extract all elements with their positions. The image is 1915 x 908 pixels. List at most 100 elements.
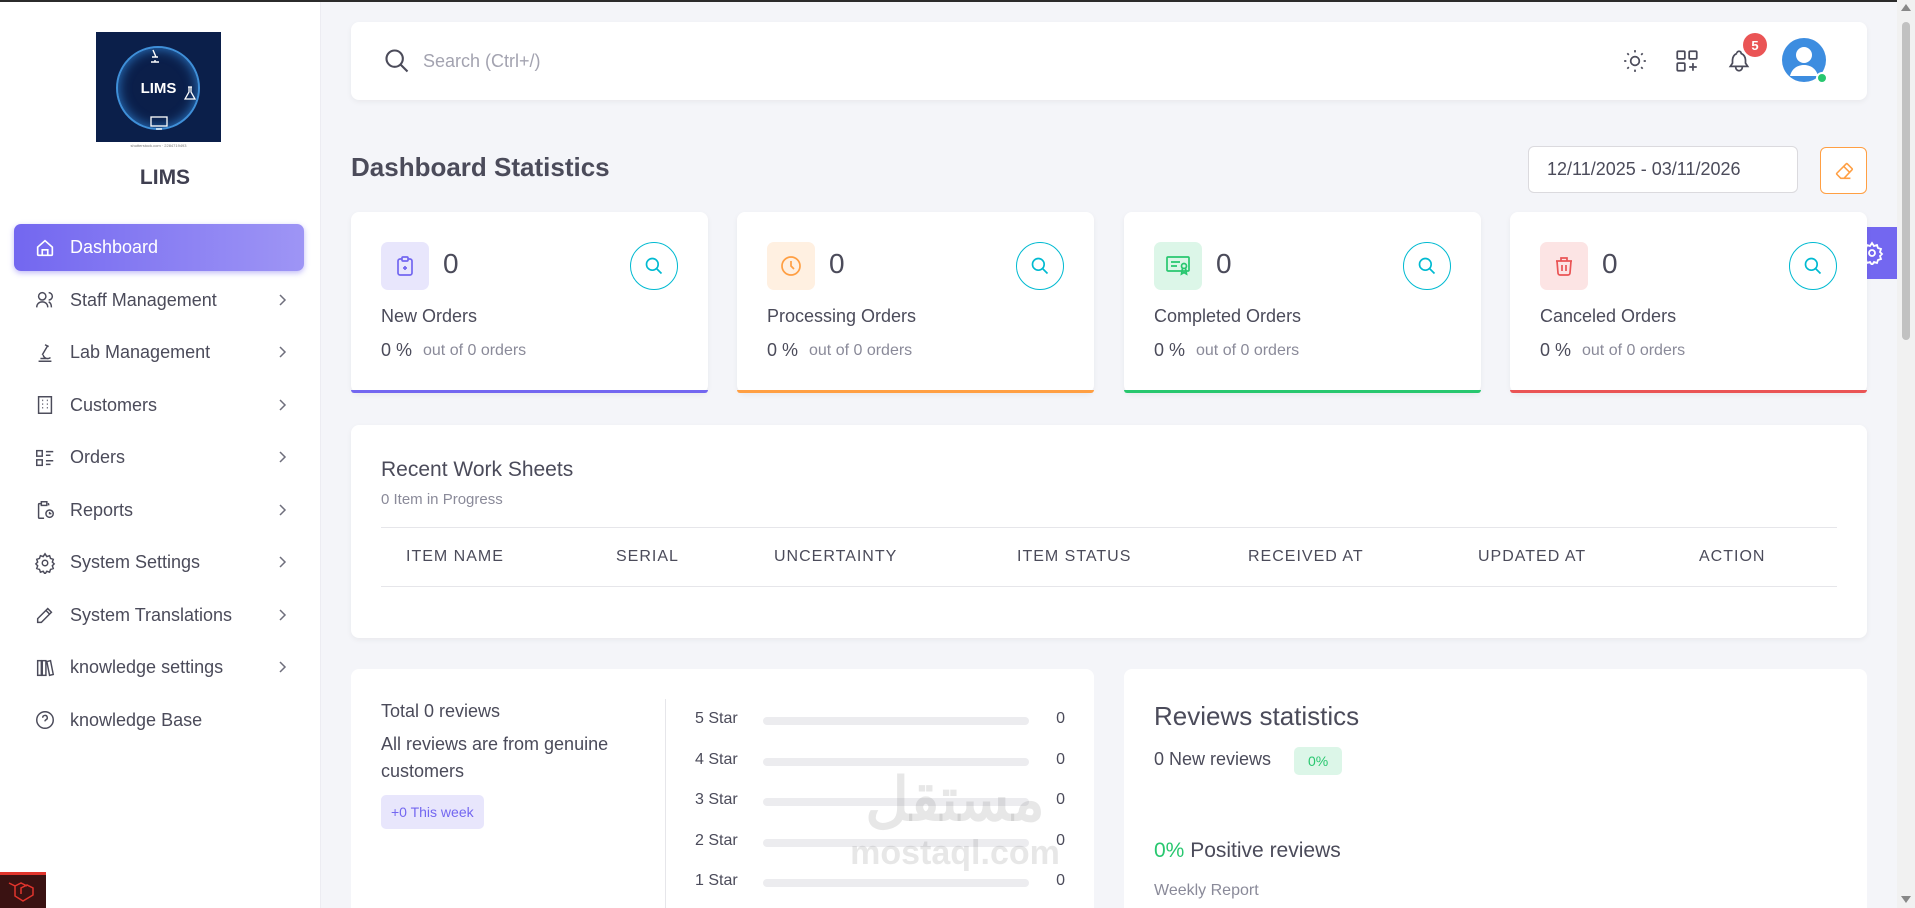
view-orders-button[interactable] [630, 242, 678, 290]
stat-count: 0 [1602, 248, 1618, 279]
search-input[interactable] [423, 46, 923, 76]
sidebar-item-label: Orders [70, 447, 126, 467]
search-icon[interactable] [383, 47, 411, 75]
sun-icon[interactable] [1620, 46, 1650, 76]
view-orders-button[interactable] [1016, 242, 1064, 290]
stat-card-new-orders: 0 New Orders 0 % out of 0 orders [351, 212, 708, 393]
stat-percent: 0 % [381, 340, 413, 360]
chevron-right-icon [279, 451, 287, 463]
sidebar-item-label: Customers [70, 394, 158, 415]
reviews-statistics-card: Reviews statistics 0 New reviews 0% 0% P… [1124, 669, 1867, 908]
chevron-right-icon [279, 293, 287, 306]
sidebar-item-orders[interactable]: Orders [14, 434, 304, 481]
home-icon [34, 237, 56, 259]
column-header[interactable]: SERIAL [616, 548, 679, 566]
worksheets-subtitle: 0 Item in Progress [381, 491, 503, 508]
positive-reviews: 0% Positive reviews [1154, 839, 1341, 863]
help-circle-icon [34, 709, 56, 731]
building-icon [34, 394, 56, 416]
positive-reviews-label: Positive reviews [1190, 839, 1341, 862]
stat-percent: 0 % [767, 340, 799, 360]
scrollbar-thumb[interactable] [1902, 22, 1910, 340]
star-label: 1 Star [695, 872, 738, 889]
eraser-icon [1835, 162, 1853, 179]
sidebar-item-label: knowledge Base [70, 709, 203, 730]
search-icon [1031, 257, 1049, 275]
watermark: مستقل mostaql.com [835, 765, 1075, 871]
reviews-divider [665, 699, 666, 908]
stat-percent: 0 % [1540, 340, 1572, 360]
star-progress [763, 879, 1029, 887]
date-range-picker[interactable]: 12/11/2025 - 03/11/2026 [1528, 146, 1798, 193]
sidebar-item-system-settings[interactable]: System Settings [14, 539, 304, 586]
apps-icon[interactable] [1672, 46, 1702, 76]
sidebar-item-label: Dashboard [70, 237, 159, 257]
stat-card-completed-orders: 0 Completed Orders 0 % out of 0 orders [1124, 212, 1481, 393]
logo-text: LIMS [140, 80, 177, 97]
star-progress [763, 717, 1029, 725]
stat-count: 0 [829, 248, 845, 279]
stat-percent: 0 % [1154, 340, 1186, 360]
view-orders-button[interactable] [1789, 242, 1837, 290]
watermark-arabic: مستقل [865, 766, 1045, 833]
stat-card-canceled-orders: 0 Canceled Orders 0 % out of 0 orders [1510, 212, 1867, 393]
view-orders-button[interactable] [1403, 242, 1451, 290]
monitor-icon [150, 116, 168, 130]
clipboard-icon [381, 242, 429, 290]
column-header[interactable]: UNCERTAINTY [774, 548, 897, 566]
stat-label: New Orders [381, 306, 478, 326]
column-header[interactable]: RECEIVED AT [1248, 548, 1364, 566]
reviews-total: Total 0 reviews [381, 701, 501, 721]
sidebar-item-label: Lab Management [70, 342, 211, 362]
stat-label: Completed Orders [1154, 306, 1302, 326]
sidebar-item-lab-management[interactable]: Lab Management [14, 329, 304, 376]
pencil-icon [34, 604, 56, 626]
star-label: 3 Star [695, 791, 738, 808]
stat-subtext: out of 0 orders [1196, 342, 1300, 359]
sidebar-item-staff-management[interactable]: Staff Management [14, 277, 304, 324]
stat-subtext: out of 0 orders [1582, 342, 1686, 359]
sidebar-item-reports[interactable]: Reports [14, 487, 304, 534]
column-header[interactable]: ACTION [1699, 548, 1765, 566]
weekly-report-label: Weekly Report [1154, 882, 1259, 899]
clear-filter-button[interactable] [1820, 147, 1867, 194]
sidebar-item-knowledge-base[interactable]: knowledge Base [14, 697, 304, 744]
column-header[interactable]: UPDATED AT [1478, 548, 1586, 566]
reviews-description: All reviews are from genuine customers [381, 734, 609, 781]
stat-card-processing-orders: 0 Processing Orders 0 % out of 0 orders [737, 212, 1094, 393]
new-reviews-count: 0 New reviews [1154, 749, 1272, 769]
sidebar-item-system-translations[interactable]: System Translations [14, 592, 304, 639]
worksheets-title: Recent Work Sheets [381, 458, 574, 481]
stat-accent-bar [1124, 390, 1481, 393]
reviews-statistics-title: Reviews statistics [1154, 701, 1360, 731]
sidebar-item-label: knowledge settings [70, 657, 224, 677]
scroll-down-arrow-icon[interactable] [1901, 896, 1911, 903]
users-icon [34, 289, 56, 311]
online-status-dot [1816, 72, 1828, 84]
chevron-right-icon [279, 398, 287, 411]
column-header[interactable]: ITEM STATUS [1017, 548, 1131, 566]
logo-footer: shutterstock.com · 2284719493 [96, 142, 221, 150]
column-header[interactable]: ITEM NAME [406, 548, 504, 566]
sidebar-item-label: System Settings [70, 552, 201, 572]
chevron-right-icon [279, 661, 287, 673]
sidebar-item-label: Staff Management [70, 289, 217, 310]
lims-logo[interactable]: LIMS shutterstock.com · 2284719493 [96, 32, 221, 150]
star-label: 4 Star [695, 751, 738, 768]
chevron-right-icon [279, 346, 287, 358]
stat-label: Canceled Orders [1540, 306, 1677, 326]
microscope-icon [34, 342, 56, 364]
certificate-icon [1154, 242, 1202, 290]
sidebar-item-knowledge-settings[interactable]: knowledge settings [14, 644, 304, 691]
stat-accent-bar [1510, 390, 1867, 393]
sidebar-item-customers[interactable]: Customers [14, 382, 304, 429]
scroll-up-arrow-icon[interactable] [1901, 4, 1911, 11]
laravel-debugbar-icon[interactable] [0, 872, 46, 908]
page-scrollbar[interactable] [1897, 0, 1915, 908]
microscope-icon [151, 49, 159, 63]
star-row: 1 Star 0 [695, 872, 1065, 892]
books-icon [34, 657, 56, 679]
sidebar-item-dashboard[interactable]: Dashboard [14, 224, 304, 271]
star-label: 2 Star [695, 832, 738, 849]
trash-icon [1540, 242, 1588, 290]
